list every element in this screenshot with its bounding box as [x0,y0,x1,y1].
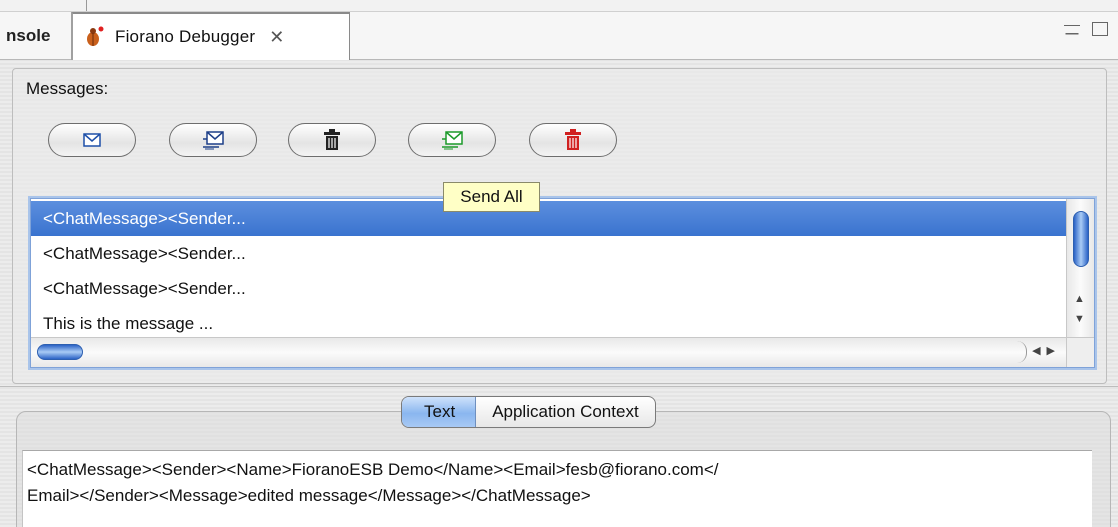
vertical-scrollbar[interactable]: ▲ ▼ [1066,199,1094,339]
scroll-right-icon[interactable]: ▶ [1047,345,1061,357]
list-item-text: <ChatMessage><Sender... [43,208,246,228]
message-text-line: Email></Sender><Message>edited message</… [27,486,591,505]
tab-application-context[interactable]: Application Context [476,397,654,427]
bug-icon [83,26,105,48]
edit-message-button[interactable] [169,123,257,157]
tab-fiorano-debugger[interactable]: Fiorano Debugger ✕ [72,12,350,60]
tab-console-label: nsole [6,26,51,45]
debugger-window: { "tabs": { "console_label": "nsole", "d… [0,0,1118,527]
edit-message-icon [202,130,224,150]
new-message-button[interactable] [48,123,136,157]
scroll-down-icon[interactable]: ▼ [1074,313,1085,325]
trash-icon [323,129,341,151]
list-item[interactable]: <ChatMessage><Sender... [31,271,1067,306]
message-list[interactable]: <ChatMessage><Sender... <ChatMessage><Se… [30,198,1095,368]
delete-all-button[interactable] [529,123,617,157]
maximize-icon[interactable] [1092,22,1108,36]
vertical-scroll-thumb[interactable] [1073,211,1089,267]
close-tab-icon[interactable]: ✕ [269,27,284,48]
scroll-corner [1066,337,1094,367]
divider [0,386,1118,387]
list-item[interactable]: <ChatMessage><Sender... [31,236,1067,271]
messages-label: Messages: [26,79,109,98]
tab-console[interactable]: nsole [0,12,72,60]
tab-text[interactable]: Text [402,397,477,427]
list-item-text: <ChatMessage><Sender... [43,278,246,298]
list-item[interactable]: <ChatMessage><Sender... [31,201,1067,236]
scroll-left-icon[interactable]: ◀ [1032,345,1046,357]
envelope-icon [83,133,101,147]
message-text-area[interactable]: <ChatMessage><Sender><Name>FioranoESB De… [22,450,1092,527]
delete-all-icon [564,129,582,151]
top-strip [0,0,1118,12]
minimize-icon[interactable] [1064,25,1080,33]
message-text-line: <ChatMessage><Sender><Name>FioranoESB De… [27,460,719,479]
detail-tab-switcher: Text Application Context [401,396,656,428]
delete-message-button[interactable] [288,123,376,157]
list-item-text: This is the message ... [43,313,214,333]
horizontal-scroll-thumb[interactable] [37,344,83,360]
horizontal-scrollbar[interactable]: ◀▶ [31,337,1067,367]
list-item[interactable]: This is the message ... [31,306,1067,341]
send-all-icon [441,130,463,150]
view-tab-bar: nsole Fiorano Debugger ✕ [0,12,1118,60]
tab-debugger-label: Fiorano Debugger [115,27,256,46]
send-all-button[interactable] [408,123,496,157]
scroll-up-icon[interactable]: ▲ [1074,293,1085,305]
list-item-text: <ChatMessage><Sender... [43,243,246,263]
send-all-tooltip: Send All [443,182,540,212]
